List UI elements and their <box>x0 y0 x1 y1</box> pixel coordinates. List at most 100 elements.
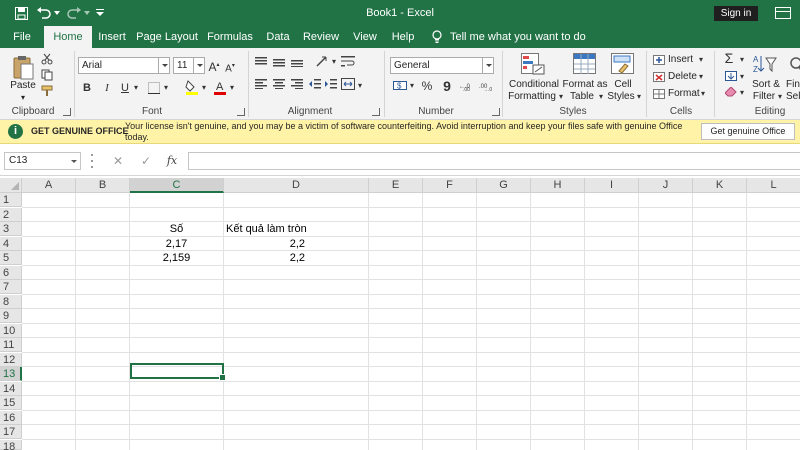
cell-styles-label-2[interactable]: Styles <box>604 91 638 103</box>
tab-data[interactable]: Data <box>262 26 294 48</box>
row-header-18[interactable]: 18 <box>0 439 22 450</box>
paste-dropdown-icon[interactable]: ▾ <box>16 92 30 104</box>
cell-c5[interactable]: 2,159 <box>130 251 223 265</box>
formula-bar-splitter[interactable] <box>91 154 94 168</box>
bold-button[interactable]: B <box>80 81 94 95</box>
cell-c3[interactable]: Số <box>130 222 223 236</box>
cell-c4[interactable]: 2,17 <box>130 237 223 251</box>
number-format-combo[interactable]: General <box>390 57 494 74</box>
number-launcher-icon[interactable] <box>492 108 500 116</box>
top-align-icon[interactable] <box>254 56 268 68</box>
comma-style-button[interactable]: 9 <box>440 79 454 93</box>
middle-align-icon[interactable] <box>272 56 286 68</box>
row-header-2[interactable]: 2 <box>0 207 22 222</box>
tab-formulas[interactable]: Formulas <box>204 26 256 48</box>
format-as-table-label-2[interactable]: Table <box>562 91 602 103</box>
orientation-dropdown-icon[interactable]: ▾ <box>330 55 338 69</box>
clear-dropdown-icon[interactable]: ▾ <box>738 86 746 100</box>
font-size-dropdown-icon[interactable] <box>193 58 204 73</box>
row-header-13[interactable]: 13 <box>0 367 22 381</box>
column-header-k[interactable]: K <box>693 178 747 193</box>
autosum-icon[interactable]: Σ <box>722 51 736 65</box>
find-select-label-2[interactable]: Sele <box>786 91 800 103</box>
accounting-dropdown-icon[interactable]: ▾ <box>408 79 416 93</box>
row-header-7[interactable]: 7 <box>0 280 22 294</box>
formula-input[interactable] <box>188 152 800 170</box>
delete-cells-icon[interactable] <box>652 71 666 83</box>
cell-styles-label[interactable]: Cell <box>608 79 638 91</box>
tab-home[interactable]: Home <box>44 26 92 48</box>
sort-filter-dropdown-icon[interactable]: ▾ <box>776 90 784 104</box>
align-right-icon[interactable] <box>290 78 304 90</box>
active-cell-selection[interactable] <box>130 363 226 381</box>
row-header-9[interactable]: 9 <box>0 309 22 323</box>
sort-filter-icon[interactable]: AZ <box>752 52 778 76</box>
insert-cells-icon[interactable] <box>652 54 666 66</box>
copy-icon[interactable] <box>40 68 54 82</box>
row-header-14[interactable]: 14 <box>0 381 22 396</box>
autosum-dropdown-icon[interactable]: ▾ <box>738 53 746 67</box>
font-color-icon[interactable]: A <box>212 79 228 95</box>
column-header-l[interactable]: L <box>747 178 800 193</box>
percent-style-button[interactable]: % <box>420 79 434 93</box>
bottom-align-icon[interactable] <box>290 56 304 68</box>
row-header-10[interactable]: 10 <box>0 323 22 338</box>
row-header-5[interactable]: 5 <box>0 251 22 265</box>
find-select-icon[interactable] <box>788 54 800 76</box>
cell-styles-icon[interactable] <box>610 52 636 76</box>
decrease-indent-icon[interactable] <box>308 78 322 90</box>
decrease-font-icon[interactable]: A▾ <box>224 59 236 76</box>
column-header-j[interactable]: J <box>639 178 693 193</box>
conditional-formatting-label[interactable]: Conditional <box>506 79 562 91</box>
column-header-f[interactable]: F <box>423 178 477 193</box>
clipboard-launcher-icon[interactable] <box>63 108 71 116</box>
insert-cells-label[interactable]: Insert <box>668 54 693 66</box>
cell-d5[interactable]: 2,2 <box>224 251 308 265</box>
fill-icon[interactable] <box>724 70 738 82</box>
merge-center-icon[interactable] <box>340 77 356 91</box>
cut-icon[interactable] <box>40 52 54 66</box>
number-format-dropdown-icon[interactable] <box>482 58 493 73</box>
delete-cells-dropdown-icon[interactable]: ▾ <box>697 70 705 84</box>
underline-dropdown-icon[interactable]: ▾ <box>132 81 140 95</box>
increase-indent-icon[interactable] <box>324 78 338 90</box>
paste-icon[interactable] <box>10 54 36 82</box>
tab-page-layout[interactable]: Page Layout <box>136 26 198 48</box>
fill-color-dropdown-icon[interactable]: ▾ <box>200 81 208 95</box>
alignment-launcher-icon[interactable] <box>372 108 380 116</box>
row-header-8[interactable]: 8 <box>0 294 22 309</box>
column-header-d[interactable]: D <box>224 178 369 193</box>
tab-insert[interactable]: Insert <box>92 26 132 48</box>
row-header-16[interactable]: 16 <box>0 410 22 425</box>
row-header-11[interactable]: 11 <box>0 338 22 352</box>
column-header-c[interactable]: C <box>130 178 224 193</box>
decrease-decimal-icon[interactable]: .00 →.0 <box>478 78 496 92</box>
cell-styles-dropdown-icon[interactable]: ▾ <box>635 90 643 104</box>
cancel-entry-button[interactable]: ✕ <box>108 152 128 170</box>
tell-me-search[interactable]: Tell me what you want to do <box>432 26 586 48</box>
align-center-icon[interactable] <box>272 78 286 90</box>
orientation-icon[interactable] <box>314 54 330 68</box>
font-name-dropdown-icon[interactable] <box>158 58 169 73</box>
column-header-i[interactable]: I <box>585 178 639 193</box>
row-header-15[interactable]: 15 <box>0 396 22 410</box>
row-header-3[interactable]: 3 <box>0 222 22 236</box>
conditional-formatting-label-2[interactable]: Formatting <box>504 91 560 103</box>
row-header-1[interactable]: 1 <box>0 193 22 207</box>
delete-cells-label[interactable]: Delete <box>668 71 697 83</box>
format-cells-label[interactable]: Format <box>668 88 700 100</box>
font-launcher-icon[interactable] <box>237 108 245 116</box>
borders-dropdown-icon[interactable]: ▾ <box>162 81 170 95</box>
enter-entry-button[interactable]: ✓ <box>136 152 156 170</box>
row-header-12[interactable]: 12 <box>0 352 22 367</box>
clear-icon[interactable] <box>724 86 738 98</box>
insert-cells-dropdown-icon[interactable]: ▾ <box>697 53 705 67</box>
font-size-combo[interactable]: 11 <box>173 57 205 74</box>
column-header-g[interactable]: G <box>477 178 531 193</box>
get-genuine-office-button[interactable]: Get genuine Office <box>701 123 795 140</box>
worksheet-grid[interactable]: A B C D E F G H I J K L 1 2 3 4 5 6 7 8 … <box>0 176 800 450</box>
paste-label[interactable]: Paste <box>8 80 38 92</box>
wrap-text-icon[interactable] <box>340 54 356 68</box>
align-left-icon[interactable] <box>254 78 268 90</box>
name-box[interactable]: C13 <box>4 152 81 170</box>
